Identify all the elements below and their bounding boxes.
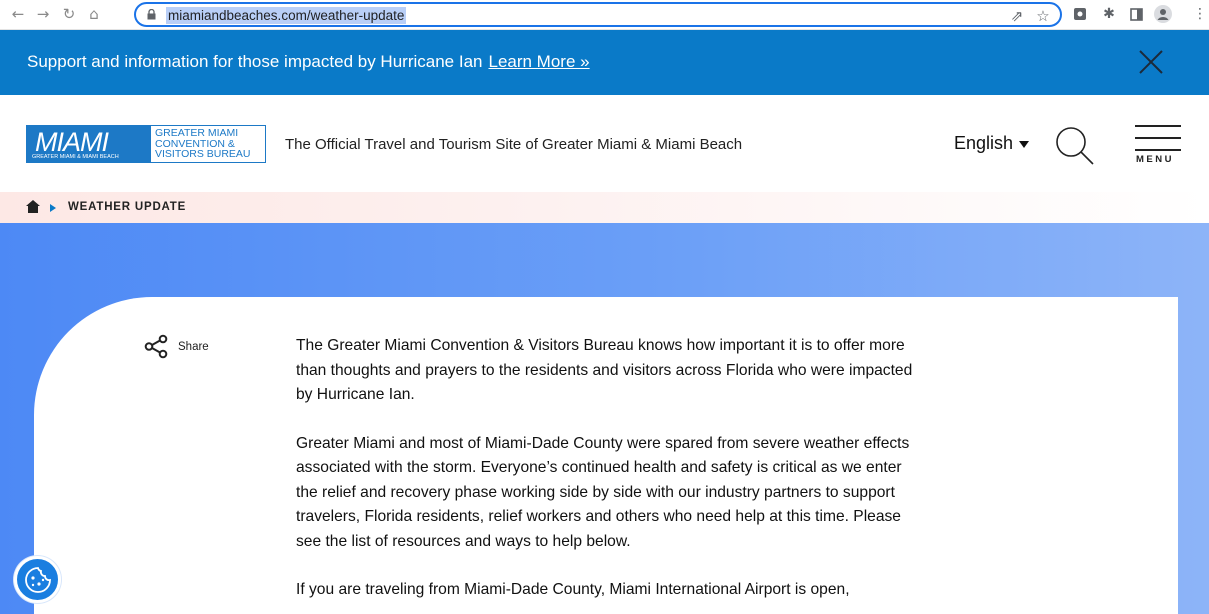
address-bar[interactable]: miamiandbeaches.com/weather-update ⇗ ☆: [134, 2, 1062, 27]
url-text[interactable]: miamiandbeaches.com/weather-update: [166, 7, 407, 24]
side-panel-icon[interactable]: [1127, 5, 1145, 23]
language-label: English: [954, 133, 1014, 153]
extension-icon[interactable]: [1071, 5, 1089, 23]
profile-avatar-icon[interactable]: [1154, 5, 1172, 23]
article-paragraph: If you are traveling from Miami-Dade Cou…: [296, 581, 850, 598]
article-paragraph: Greater Miami and most of Miami-Dade Cou…: [296, 434, 910, 550]
reload-icon[interactable]: ↻: [59, 4, 79, 24]
article-paragraph: The Greater Miami Convention & Visitors …: [296, 337, 913, 403]
cookie-settings-button[interactable]: [14, 556, 61, 603]
logo-bureau-text: GREATER MIAMI CONVENTION & VISITORS BURE…: [155, 127, 251, 160]
menu-button[interactable]: MENU: [1135, 125, 1181, 167]
alert-text: Support and information for those impact…: [27, 52, 483, 71]
breadcrumb-arrow-icon: [50, 204, 56, 212]
logo-subtext: GREATER MIAMI & MIAMI BEACH: [32, 154, 119, 160]
home-icon[interactable]: ⌂: [84, 4, 104, 24]
hurricane-alert-banner: Support and information for those impact…: [0, 30, 1209, 95]
site-header: MIAMI GREATER MIAMI & MIAMI BEACH GREATE…: [0, 95, 1209, 192]
browser-toolbar: ← → ↻ ⌂ miamiandbeaches.com/weather-upda…: [0, 0, 1209, 30]
language-selector[interactable]: English: [954, 133, 1030, 154]
share-label: Share: [178, 340, 209, 353]
site-tagline: The Official Travel and Tourism Site of …: [285, 136, 743, 153]
lock-icon: [147, 9, 156, 20]
caret-down-icon: [1019, 141, 1030, 148]
logo-mark: MIAMI GREATER MIAMI & MIAMI BEACH: [27, 126, 151, 162]
site-logo[interactable]: MIAMI GREATER MIAMI & MIAMI BEACH GREATE…: [26, 125, 266, 163]
home-icon[interactable]: [26, 200, 40, 213]
extensions-puzzle-icon[interactable]: ✱: [1100, 5, 1118, 23]
hamburger-line: [1135, 137, 1181, 139]
share-page-icon[interactable]: ⇗: [1008, 7, 1026, 25]
forward-icon[interactable]: →: [33, 4, 53, 24]
search-icon[interactable]: [1053, 124, 1095, 166]
share-icon: [144, 334, 168, 359]
article-body: The Greater Miami Convention & Visitors …: [296, 334, 916, 614]
share-button[interactable]: Share: [144, 334, 209, 359]
hamburger-line: [1135, 149, 1181, 151]
menu-label: MENU: [1136, 154, 1174, 165]
cookie-icon: [24, 566, 51, 593]
close-icon[interactable]: [1136, 47, 1166, 77]
hamburger-line: [1135, 125, 1181, 127]
alert-message: Support and information for those impact…: [27, 52, 590, 72]
browser-menu-icon[interactable]: ⋮: [1191, 5, 1209, 23]
bookmark-star-icon[interactable]: ☆: [1034, 7, 1052, 25]
learn-more-link[interactable]: Learn More »: [488, 52, 589, 71]
back-icon[interactable]: ←: [8, 4, 28, 24]
breadcrumb: WEATHER UPDATE: [0, 192, 1209, 223]
breadcrumb-current: WEATHER UPDATE: [68, 201, 187, 213]
